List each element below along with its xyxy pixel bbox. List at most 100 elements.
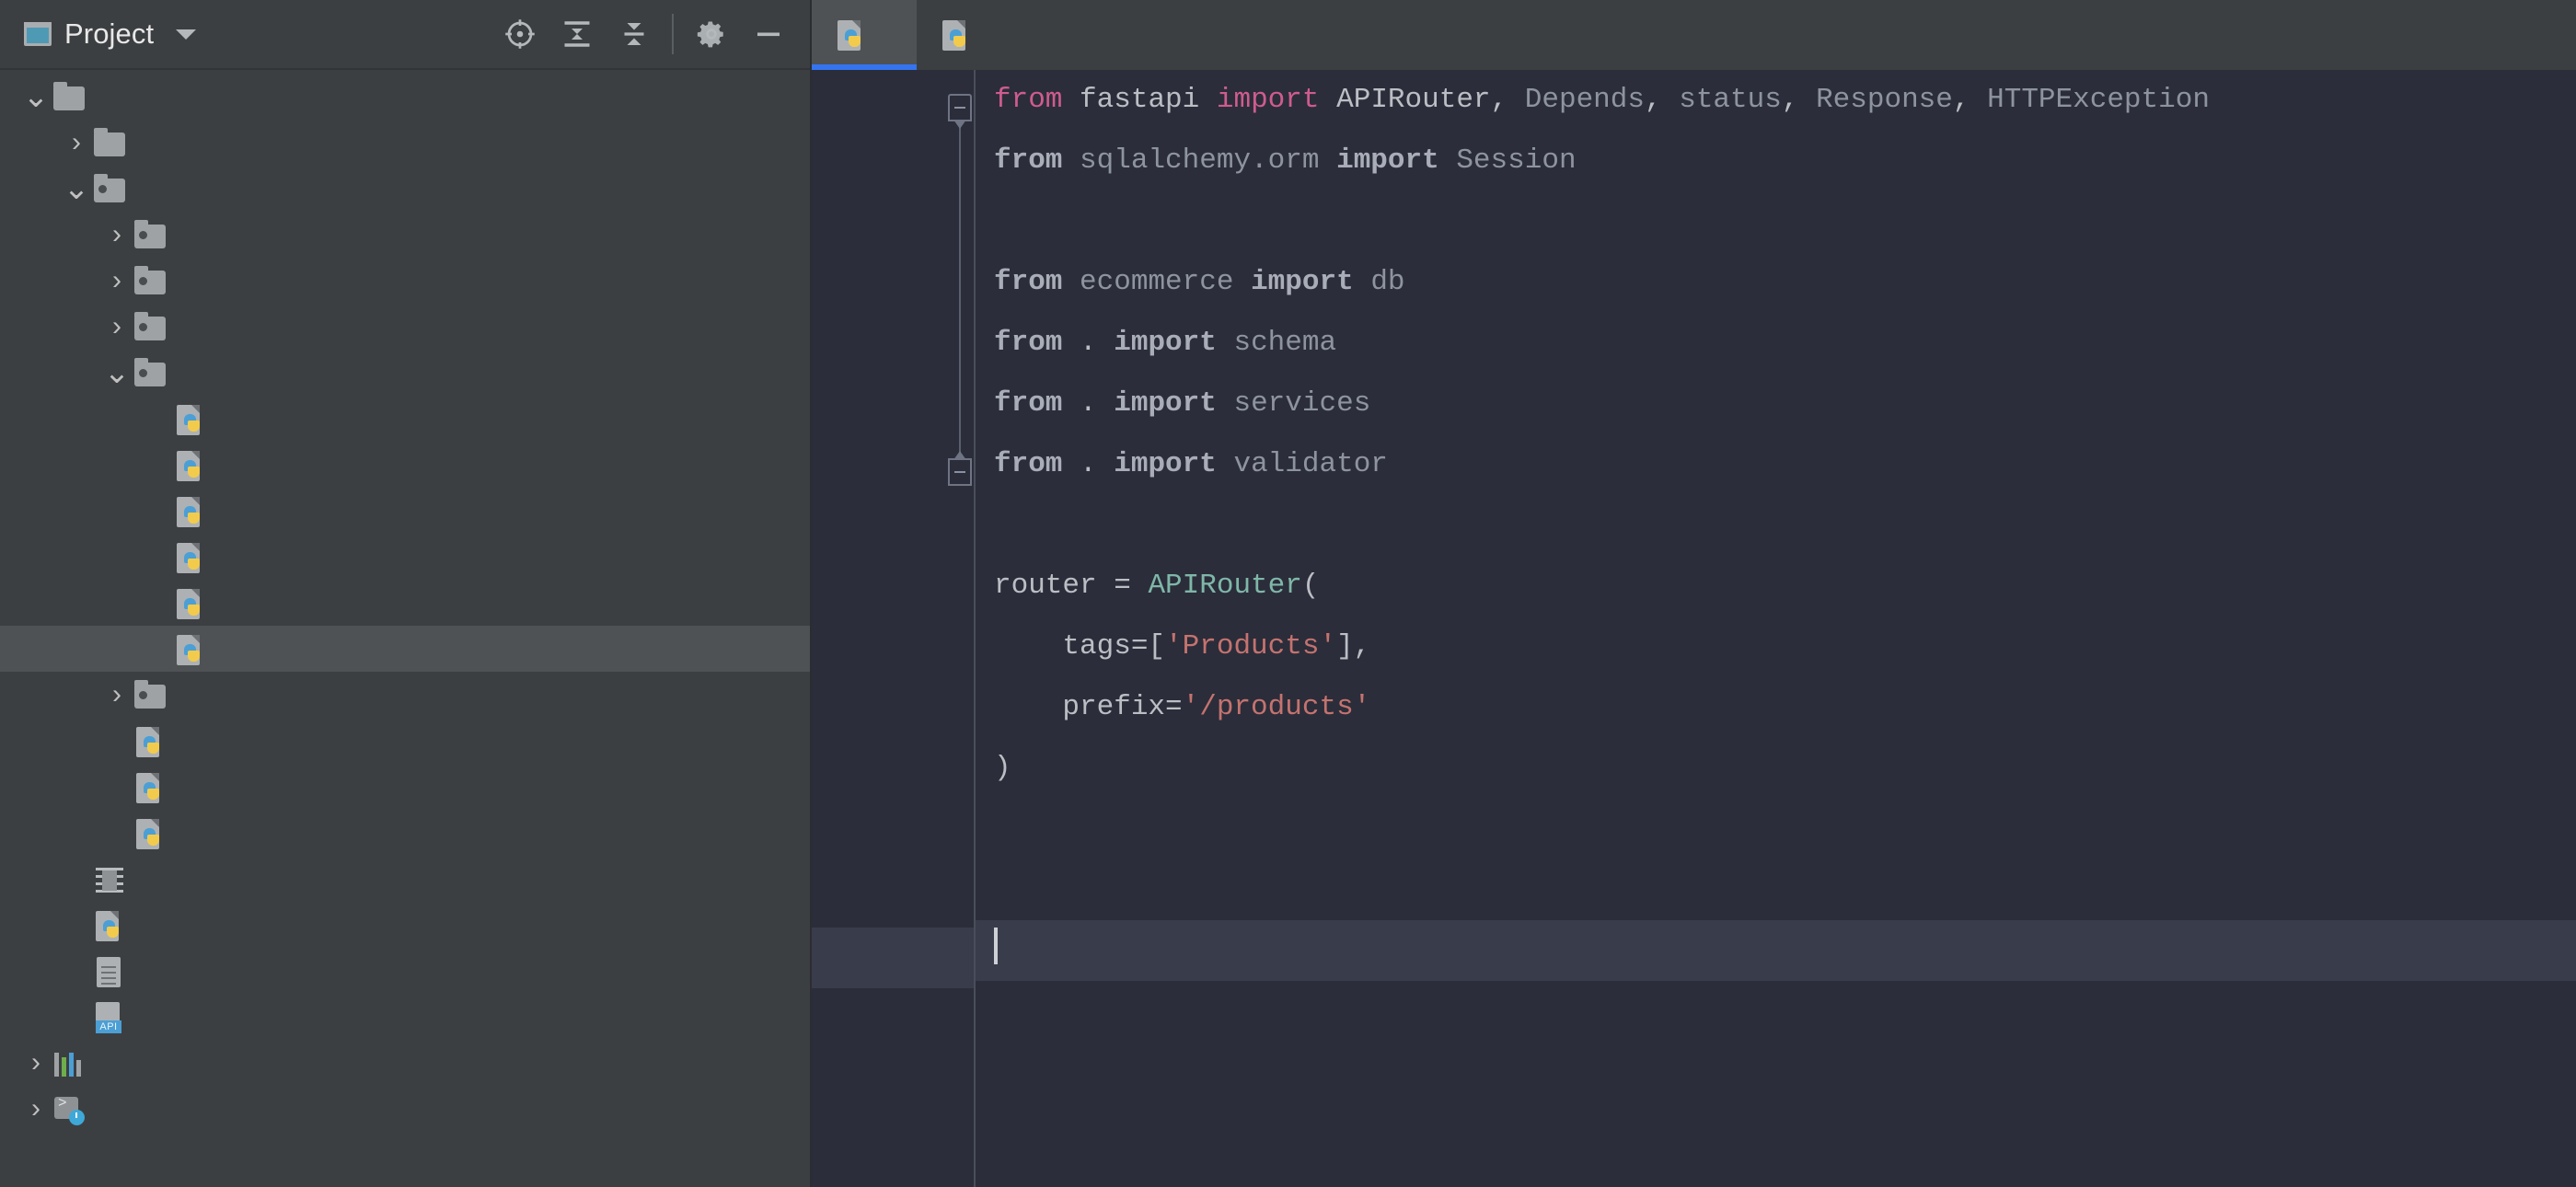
code-line[interactable]: ) bbox=[976, 738, 2576, 799]
python-file-icon bbox=[177, 589, 202, 619]
editor-tab-router-py[interactable] bbox=[812, 0, 917, 70]
line-number bbox=[806, 502, 917, 563]
tree-row[interactable] bbox=[0, 442, 810, 488]
python-file-icon bbox=[177, 543, 202, 573]
code-line[interactable] bbox=[976, 495, 2576, 556]
line-number bbox=[806, 259, 917, 320]
project-window-icon bbox=[24, 22, 52, 46]
code-line[interactable] bbox=[976, 859, 2576, 920]
python-file-icon bbox=[136, 819, 162, 849]
tree-row[interactable]: › bbox=[0, 212, 810, 258]
chevron-right-icon[interactable]: › bbox=[20, 1047, 52, 1078]
tree-row[interactable] bbox=[0, 764, 810, 810]
folder-icon bbox=[94, 128, 125, 156]
chevron-down-icon[interactable]: ⌄ bbox=[101, 357, 133, 388]
expand-all-icon[interactable] bbox=[549, 8, 606, 60]
main-split: Project ⌄ › ⌄ › › › ⌄ › API › › > from f… bbox=[0, 0, 2576, 1187]
chevron-right-icon[interactable]: › bbox=[101, 219, 133, 250]
tree-row[interactable]: › bbox=[0, 672, 810, 718]
code-line[interactable]: router = APIRouter( bbox=[976, 556, 2576, 617]
line-number bbox=[806, 867, 917, 928]
line-number bbox=[806, 745, 917, 806]
tree-row[interactable]: › bbox=[0, 1040, 810, 1086]
chevron-right-icon[interactable]: › bbox=[101, 679, 133, 710]
project-tool-window-button[interactable]: Project bbox=[24, 17, 197, 51]
code-line[interactable]: tags=['Products'], bbox=[976, 617, 2576, 677]
code-line[interactable]: from . import schema bbox=[976, 313, 2576, 374]
tree-row[interactable] bbox=[0, 580, 810, 626]
line-number bbox=[806, 806, 917, 867]
python-file-icon bbox=[136, 773, 162, 803]
editor-gutter[interactable] bbox=[812, 70, 976, 1187]
chevron-right-icon[interactable]: › bbox=[101, 265, 133, 296]
line-number bbox=[806, 685, 917, 745]
project-panel-title: Project bbox=[64, 17, 155, 50]
tree-row[interactable]: ⌄ bbox=[0, 166, 810, 212]
code-content[interactable]: from fastapi import APIRouter, Depends, … bbox=[976, 70, 2576, 1187]
tree-row[interactable]: › bbox=[0, 120, 810, 166]
collapse-all-icon[interactable] bbox=[606, 8, 663, 60]
select-opened-file-icon[interactable] bbox=[491, 8, 549, 60]
code-fold-collapse-icon[interactable] bbox=[948, 94, 972, 129]
code-line[interactable]: from ecommerce import db bbox=[976, 252, 2576, 313]
editor-tab-schema-py[interactable] bbox=[917, 0, 1022, 70]
gear-icon[interactable] bbox=[683, 8, 740, 60]
chevron-right-icon[interactable]: › bbox=[61, 127, 92, 158]
tab-bar-filler bbox=[1022, 0, 2576, 70]
line-number bbox=[806, 199, 917, 259]
code-editor[interactable]: from fastapi import APIRouter, Depends, … bbox=[812, 70, 2576, 1187]
chevron-down-icon[interactable]: ⌄ bbox=[20, 81, 52, 112]
editor-tab-bar bbox=[812, 0, 2576, 70]
chevron-right-icon[interactable]: › bbox=[101, 311, 133, 342]
code-line[interactable] bbox=[976, 920, 2576, 981]
fold-connector-line bbox=[959, 121, 961, 458]
pycharm-window: Project ⌄ › ⌄ › › › ⌄ › API › › > from f… bbox=[0, 0, 2576, 1187]
package-folder-icon bbox=[134, 266, 166, 294]
chevron-down-icon[interactable]: ⌄ bbox=[61, 173, 92, 204]
external-libraries-icon bbox=[54, 1053, 86, 1077]
tree-row[interactable] bbox=[0, 902, 810, 948]
tree-row[interactable] bbox=[0, 534, 810, 580]
tree-row[interactable]: › bbox=[0, 258, 810, 304]
package-folder-icon bbox=[134, 312, 166, 340]
tree-row[interactable] bbox=[0, 718, 810, 764]
tree-row[interactable] bbox=[0, 948, 810, 994]
ini-file-icon bbox=[96, 868, 123, 893]
tree-row[interactable]: ⌄ bbox=[0, 350, 810, 396]
tree-row[interactable] bbox=[0, 856, 810, 902]
tree-row[interactable]: API bbox=[0, 994, 810, 1040]
chevron-right-icon[interactable]: › bbox=[20, 1093, 52, 1124]
editor-area: from fastapi import APIRouter, Depends, … bbox=[812, 0, 2576, 1187]
tree-row[interactable] bbox=[0, 396, 810, 442]
tree-row[interactable]: › bbox=[0, 304, 810, 350]
project-sidebar: Project ⌄ › ⌄ › › › ⌄ › API › › > bbox=[0, 0, 812, 1187]
chevron-down-icon[interactable] bbox=[176, 29, 197, 40]
project-tree[interactable]: ⌄ › ⌄ › › › ⌄ › API › › bbox=[0, 70, 810, 1187]
python-file-icon bbox=[942, 20, 968, 51]
code-fold-end-icon[interactable] bbox=[948, 451, 972, 486]
scratches-icon bbox=[54, 1095, 85, 1125]
code-line[interactable]: prefix='/products' bbox=[976, 677, 2576, 738]
text-file-icon bbox=[97, 957, 121, 987]
sidebar-toolbar bbox=[491, 8, 797, 60]
python-file-icon bbox=[837, 20, 863, 51]
tree-row[interactable] bbox=[0, 810, 810, 856]
code-bottom-padding bbox=[976, 981, 2576, 1018]
code-line[interactable]: from . import services bbox=[976, 374, 2576, 434]
python-file-icon bbox=[177, 405, 202, 435]
tree-row[interactable]: ⌄ bbox=[0, 74, 810, 120]
code-line[interactable]: from . import validator bbox=[976, 434, 2576, 495]
tree-row[interactable] bbox=[0, 488, 810, 534]
package-folder-icon bbox=[134, 220, 166, 248]
code-line[interactable] bbox=[976, 191, 2576, 252]
code-line[interactable]: from sqlalchemy.orm import Session bbox=[976, 131, 2576, 191]
tree-row[interactable]: › bbox=[0, 1086, 810, 1132]
text-caret bbox=[994, 928, 998, 964]
code-line[interactable] bbox=[976, 799, 2576, 859]
tree-row-selected[interactable] bbox=[0, 626, 810, 672]
python-file-icon bbox=[177, 635, 202, 665]
line-number bbox=[806, 442, 917, 502]
code-line[interactable]: from fastapi import APIRouter, Depends, … bbox=[976, 70, 2576, 131]
minimize-icon[interactable] bbox=[740, 8, 797, 60]
package-folder-icon bbox=[94, 174, 125, 202]
